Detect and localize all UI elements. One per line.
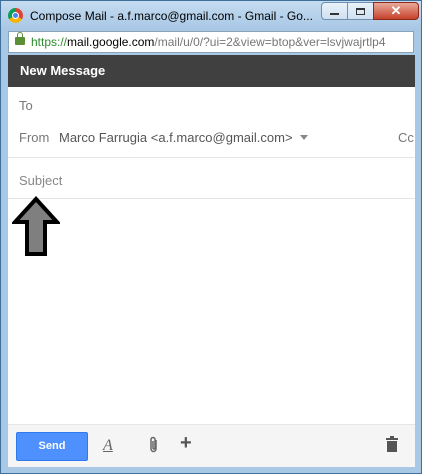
message-body[interactable]	[8, 199, 415, 424]
subject-field[interactable]: Subject	[8, 158, 415, 199]
cc-link[interactable]: Cc	[398, 130, 414, 145]
send-button[interactable]: Send	[16, 432, 88, 461]
discard-draft-icon[interactable]	[386, 436, 398, 452]
from-field: From Marco Farrugia <a.f.marco@gmail.com…	[8, 123, 415, 158]
to-label: To	[19, 98, 33, 113]
compose-toolbar: Send A +	[8, 424, 415, 467]
lock-icon	[15, 32, 25, 45]
compose-window: New Message To From Marco Farrugia <a.f.…	[8, 55, 415, 467]
url-host: mail.google.com	[67, 35, 155, 49]
maximize-icon	[356, 7, 365, 15]
more-options-icon[interactable]: +	[180, 432, 192, 455]
maximize-button[interactable]	[347, 2, 374, 20]
window-controls: ✕	[321, 2, 419, 21]
up-arrow-annotation-icon	[12, 196, 60, 256]
url-path: /mail/u/0/?ui=2&view=btop&ver=lsvjwajrtl…	[154, 35, 386, 49]
from-dropdown-icon[interactable]	[300, 135, 308, 140]
title-bar[interactable]: Compose Mail - a.f.marco@gmail.com - Gma…	[1, 1, 421, 31]
url-text[interactable]: https://mail.google.com/mail/u/0/?ui=2&v…	[31, 35, 386, 49]
browser-window: Compose Mail - a.f.marco@gmail.com - Gma…	[0, 0, 422, 474]
subject-placeholder: Subject	[19, 173, 63, 188]
attach-file-icon[interactable]	[149, 436, 159, 454]
minimize-icon	[330, 13, 339, 15]
window-title: Compose Mail - a.f.marco@gmail.com - Gma…	[30, 9, 313, 23]
url-protocol: https://	[31, 35, 68, 49]
from-value[interactable]: Marco Farrugia <a.f.marco@gmail.com>	[59, 130, 293, 145]
to-field[interactable]: To	[8, 87, 415, 123]
minimize-button[interactable]	[321, 2, 348, 20]
formatting-options-icon[interactable]: A	[103, 437, 113, 455]
address-bar[interactable]: https://mail.google.com/mail/u/0/?ui=2&v…	[8, 31, 414, 53]
chrome-logo-icon	[8, 8, 23, 23]
close-button[interactable]: ✕	[373, 2, 419, 20]
from-label: From	[19, 130, 50, 145]
compose-header: New Message	[8, 55, 415, 87]
